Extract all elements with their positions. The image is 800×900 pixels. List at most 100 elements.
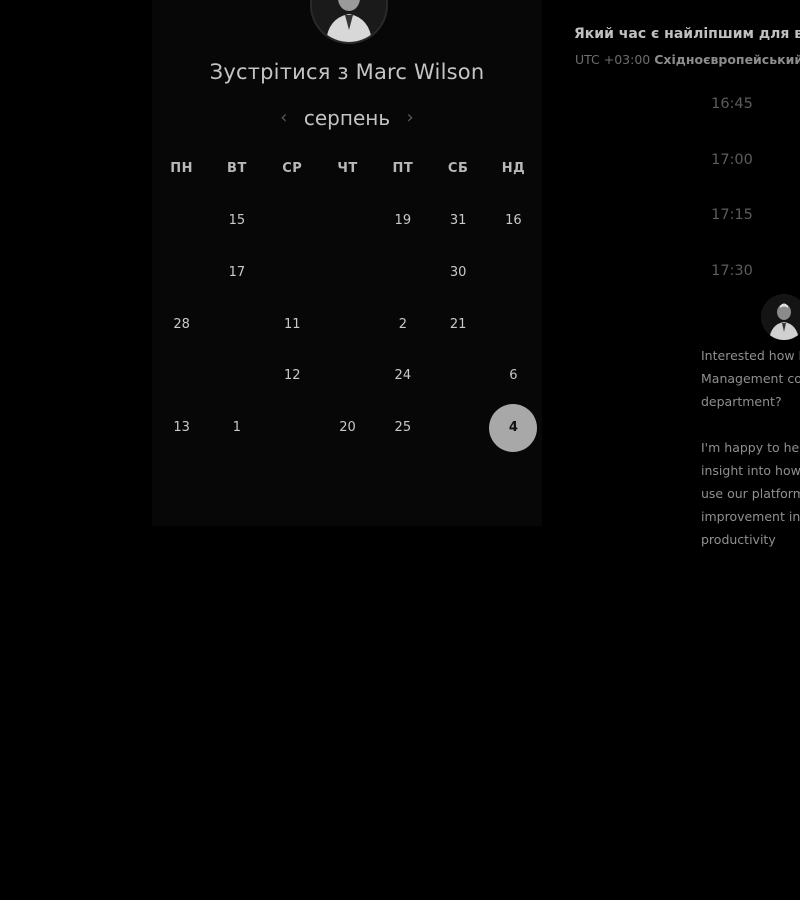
calendar-day[interactable]: 28 xyxy=(154,298,209,350)
calendar-day-label xyxy=(324,352,372,400)
calendar-day-label xyxy=(158,249,206,297)
calendar-day xyxy=(265,195,320,247)
calendar-day-label xyxy=(324,300,372,348)
message-line: Management co xyxy=(701,371,800,386)
calendar-day[interactable]: 21 xyxy=(430,298,485,350)
calendar-day xyxy=(320,195,375,247)
calendar-day-label xyxy=(489,249,537,297)
calendar-day-label xyxy=(324,197,372,245)
calendar-day-label: 20 xyxy=(339,420,356,436)
calendar-day xyxy=(209,298,264,350)
calendar-day-selected[interactable]: 4 xyxy=(486,402,541,454)
calendar-day[interactable]: 31 xyxy=(430,195,485,247)
time-slot[interactable]: 17:15 xyxy=(690,207,774,223)
calendar-day[interactable]: 6 xyxy=(486,350,541,402)
calendar-day[interactable]: 1 xyxy=(209,402,264,454)
calendar-day[interactable]: 16 xyxy=(486,195,541,247)
calendar-day-label xyxy=(268,197,316,245)
message-line: Interested how B xyxy=(701,348,800,363)
calendar-day xyxy=(265,402,320,454)
meeting-title: Зустрітися з Marc Wilson xyxy=(152,60,542,84)
chevron-right-icon[interactable]: › xyxy=(400,106,420,130)
chat-avatar xyxy=(761,294,800,340)
calendar-day-label xyxy=(158,197,206,245)
message-gap xyxy=(701,413,800,436)
calendar-day-label: 6 xyxy=(509,368,518,384)
calendar-day[interactable]: 19 xyxy=(375,195,430,247)
calendar-day[interactable]: 12 xyxy=(265,350,320,402)
calendar-day-label: 1 xyxy=(232,420,242,436)
host-avatar xyxy=(310,0,388,44)
month-label: серпень xyxy=(303,106,391,130)
timezone-offset: UTC +03:00 xyxy=(575,52,655,67)
time-slot[interactable]: 16:45 xyxy=(690,96,774,112)
calendar-day-label: 31 xyxy=(449,213,467,229)
calendar-day xyxy=(265,247,320,299)
calendar-day xyxy=(320,298,375,350)
calendar-day-label xyxy=(213,352,261,400)
calendar-day-label: 19 xyxy=(394,213,412,229)
calendar-day-label: 30 xyxy=(449,265,467,281)
calendar-day-label: 25 xyxy=(394,420,412,436)
message-line: I'm happy to help xyxy=(701,440,800,455)
calendar-day[interactable]: 11 xyxy=(265,298,320,350)
calendar-day[interactable]: 20 xyxy=(320,402,375,454)
time-question: Який час є найліпшим для ва xyxy=(574,26,800,42)
host-name: Marc Wilson xyxy=(355,60,485,84)
calendar-day[interactable]: 15 xyxy=(209,195,264,247)
time-slot[interactable]: 17:00 xyxy=(690,152,774,168)
calendar-day xyxy=(154,247,209,299)
calendar-day xyxy=(209,350,264,402)
calendar-day-label xyxy=(324,249,372,297)
calendar-day[interactable]: 30 xyxy=(430,247,485,299)
weekday-label: СБ xyxy=(447,161,469,176)
calendar-day-label: 4 xyxy=(489,403,538,452)
calendar-days-grid: 15 19 31 16 17 30 28 11 2 21 12 24 6 13 1 20 25 4 xyxy=(154,195,540,453)
booking-page: Зустрітися з Marc Wilson ‹ серпень › ПН … xyxy=(0,0,800,900)
calendar-day[interactable]: 13 xyxy=(154,402,209,454)
calendar-day-label: 11 xyxy=(283,316,301,332)
calendar-day-label xyxy=(268,404,316,452)
calendar-day-label: 15 xyxy=(228,213,246,229)
calendar-day-label xyxy=(434,352,482,400)
calendar-day-label: 21 xyxy=(449,316,467,332)
weekday-label: НД xyxy=(501,161,526,176)
weekday-label: ПТ xyxy=(392,161,414,176)
chevron-left-icon[interactable]: ‹ xyxy=(274,106,294,130)
calendar-day[interactable]: 24 xyxy=(375,350,430,402)
calendar-day-label: 16 xyxy=(505,213,522,229)
calendar-day-label: 17 xyxy=(228,265,246,281)
weekday-label: ВТ xyxy=(227,161,247,176)
weekday-header: ПН ВТ СР ЧТ ПТ СБ НД xyxy=(154,161,540,176)
calendar-day[interactable]: 17 xyxy=(209,247,264,299)
timezone-selector[interactable]: UTC +03:00 Східноєвропейський xyxy=(575,52,800,67)
message-line: use our platform xyxy=(701,486,800,501)
calendar-day xyxy=(375,247,430,299)
calendar-day[interactable]: 2 xyxy=(375,298,430,350)
calendar-day xyxy=(154,195,209,247)
time-slot[interactable]: 17:30 xyxy=(690,263,774,279)
calendar-panel: Зустрітися з Marc Wilson ‹ серпень › ПН … xyxy=(152,0,542,526)
calendar-day-label xyxy=(158,352,206,400)
weekday-label: ЧТ xyxy=(337,161,358,176)
calendar-day xyxy=(320,350,375,402)
calendar-day-label xyxy=(489,300,537,348)
month-navigation: ‹ серпень › xyxy=(152,104,542,132)
weekday-label: ПН xyxy=(170,161,194,176)
calendar-day-label xyxy=(379,249,427,297)
calendar-day-label: 24 xyxy=(394,368,412,384)
calendar-day-label: 2 xyxy=(398,316,407,332)
weekday-label: СР xyxy=(282,161,303,176)
calendar-day-label: 13 xyxy=(173,420,190,436)
message-line: insight into how xyxy=(701,463,800,478)
message-line: improvement in xyxy=(701,509,800,524)
calendar-day-label: 28 xyxy=(173,316,190,332)
message-line: department? xyxy=(701,394,782,409)
calendar-day xyxy=(320,247,375,299)
calendar-day-label xyxy=(213,300,261,348)
calendar-day xyxy=(430,402,485,454)
message-line: productivity xyxy=(701,532,776,547)
calendar-day[interactable]: 25 xyxy=(375,402,430,454)
calendar-day-label: 12 xyxy=(283,368,301,384)
calendar-day xyxy=(486,298,541,350)
